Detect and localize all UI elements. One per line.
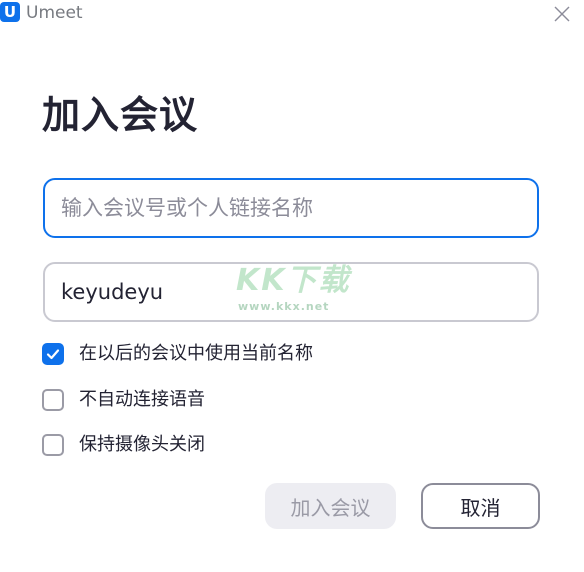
checkmark-icon <box>46 349 60 360</box>
option-label: 不自动连接语音 <box>79 389 205 410</box>
option-no-auto-audio[interactable]: 不自动连接语音 <box>42 387 205 413</box>
checkbox-camera-off[interactable] <box>42 434 64 456</box>
join-meeting-window: U Umeet 加入会议 KK下载 www.kkx.net 在以后的会议中使用当… <box>0 0 584 572</box>
title-bar: U Umeet <box>0 0 584 28</box>
close-button[interactable] <box>552 4 572 24</box>
cancel-button[interactable]: 取消 <box>421 483 540 529</box>
display-name-input[interactable] <box>43 262 539 322</box>
option-camera-off[interactable]: 保持摄像头关闭 <box>42 432 205 458</box>
option-use-name[interactable]: 在以后的会议中使用当前名称 <box>42 341 313 367</box>
join-meeting-button[interactable]: 加入会议 <box>265 483 396 529</box>
page-title: 加入会议 <box>42 93 199 137</box>
checkbox-use-name[interactable] <box>42 343 64 365</box>
app-title: Umeet <box>26 3 83 23</box>
app-logo-icon: U <box>0 2 20 22</box>
meeting-id-input[interactable] <box>43 178 539 238</box>
checkbox-no-auto-audio[interactable] <box>42 389 64 411</box>
option-label: 在以后的会议中使用当前名称 <box>79 343 313 364</box>
option-label: 保持摄像头关闭 <box>79 434 205 455</box>
close-icon <box>554 6 570 22</box>
